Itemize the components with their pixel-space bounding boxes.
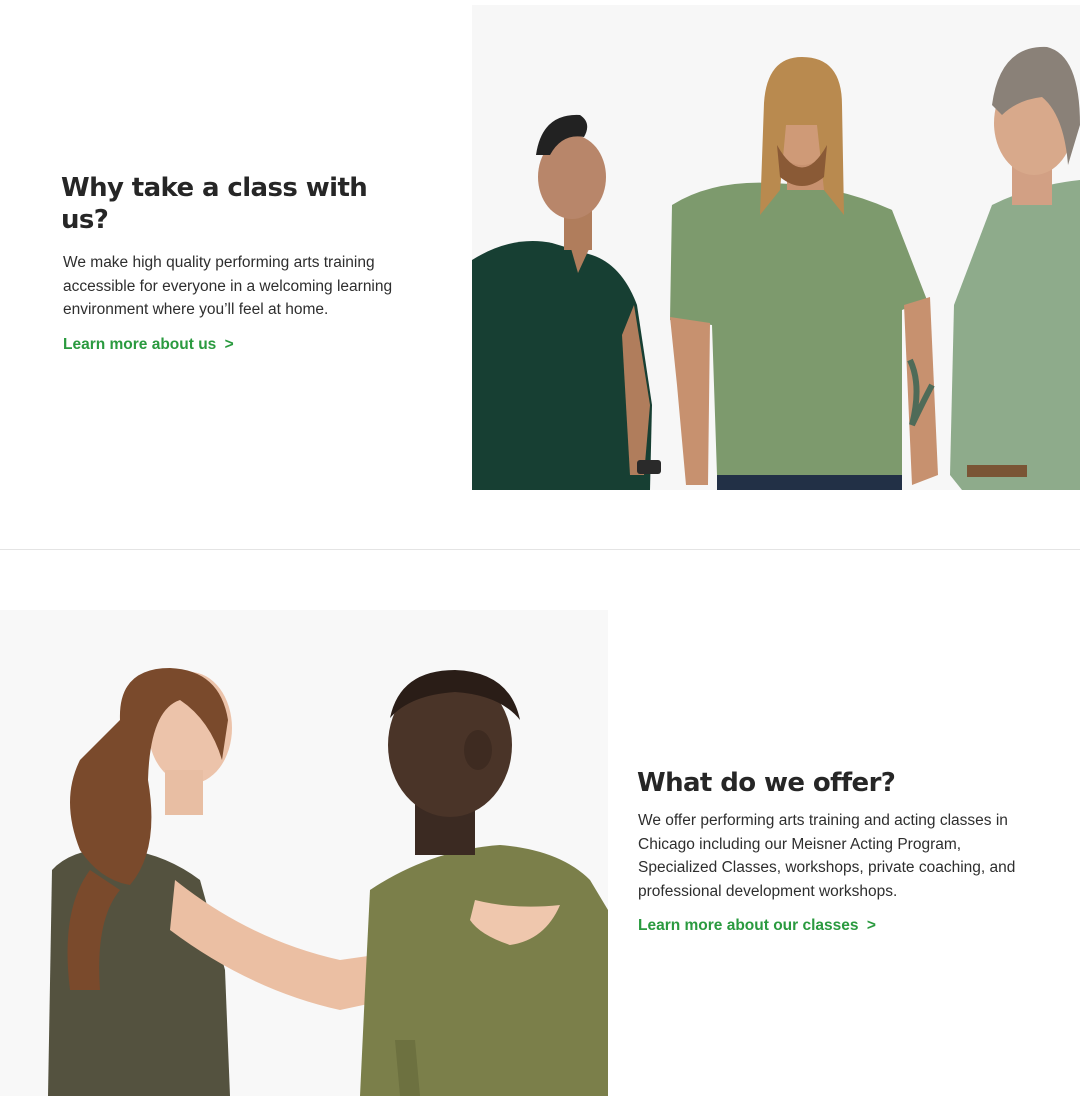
two-actors-scene-photo	[0, 610, 608, 1096]
learn-more-about-us-link[interactable]: Learn more about us >	[61, 336, 234, 354]
about-section: Why take a class with us? We make high q…	[0, 0, 1080, 549]
classes-section: What do we offer? We offer performing ar…	[0, 550, 1080, 1099]
chevron-right-icon: >	[224, 335, 234, 353]
three-men-laughing-photo	[472, 5, 1080, 490]
about-text-block: Why take a class with us? We make high q…	[61, 172, 421, 354]
classes-text-block: What do we offer? We offer performing ar…	[637, 767, 1037, 935]
learn-more-about-us-label: Learn more about us	[63, 335, 217, 353]
classes-description: We offer performing arts training and ac…	[638, 812, 1016, 900]
classes-heading: What do we offer?	[637, 768, 896, 798]
about-heading: Why take a class with us?	[61, 173, 368, 235]
chevron-right-icon: >	[866, 917, 876, 934]
learn-more-classes-link[interactable]: Learn more about our classes >	[637, 917, 876, 935]
learn-more-classes-label: Learn more about our classes	[638, 917, 859, 934]
about-description: We make high quality performing arts tra…	[63, 254, 393, 318]
